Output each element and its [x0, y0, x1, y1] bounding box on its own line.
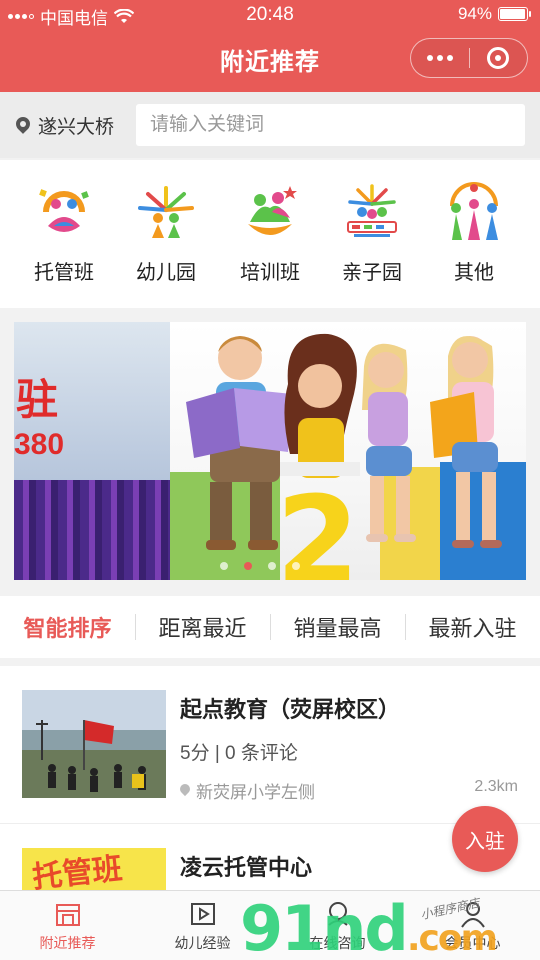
miniprogram-capsule [410, 38, 528, 78]
location-pin-icon [180, 784, 190, 797]
banner-slide-current: 2 [170, 322, 526, 580]
location-selector[interactable]: 遂兴大桥 [16, 112, 114, 139]
location-label: 遂兴大桥 [38, 117, 115, 138]
nav-bar: 附近推荐 [0, 30, 540, 92]
close-miniprogram-button[interactable] [470, 39, 528, 77]
tab-label: 附近推荐 [39, 934, 96, 951]
category-label: 托管班 [34, 262, 94, 284]
category-other[interactable]: 其他 [424, 182, 524, 285]
sort-tab-smart[interactable]: 智能排序 [0, 596, 135, 658]
other-icon [442, 182, 506, 244]
status-bar: 中国电信 20:48 94% [0, 0, 540, 30]
banner-crowd-image [14, 480, 170, 580]
tab-label: 幼儿经验 [174, 934, 231, 951]
parent-child-icon [340, 182, 404, 244]
banner-carousel[interactable]: 驻 380 2 [14, 322, 526, 580]
category-kindergarten[interactable]: 幼儿园 [116, 182, 216, 285]
banner-slide-text: 驻 [16, 376, 59, 423]
kindergarten-icon [134, 182, 198, 244]
banner-children-reading-image [186, 333, 502, 550]
carousel-indicator [220, 562, 300, 570]
search-input[interactable] [136, 104, 525, 146]
tab-nearby[interactable]: 附近推荐 [0, 891, 135, 960]
more-dots-icon [426, 55, 453, 61]
listing-list: 起点教育（荧屏校区） 5分 | 0 条评论 新荧屏小学左侧 2.3km 托管班 … [0, 666, 540, 956]
listing-thumbnail [22, 690, 166, 798]
listing-address: 新荧屏小学左侧 [180, 778, 315, 803]
listing-item[interactable]: 起点教育（荧屏校区） 5分 | 0 条评论 新荧屏小学左侧 2.3km [0, 666, 540, 824]
watermark-main: 91nd [240, 892, 409, 960]
carousel-dot[interactable] [292, 562, 300, 570]
status-right: 94% [457, 4, 531, 24]
listing-title: 凌云托管中心 [180, 855, 313, 880]
category-label: 培训班 [240, 262, 300, 284]
childcare-icon [32, 182, 96, 244]
sort-tab-distance[interactable]: 距离最近 [135, 596, 270, 658]
category-parent-child[interactable]: 亲子园 [322, 182, 422, 285]
battery-icon [498, 7, 531, 21]
location-pin-icon [16, 117, 30, 135]
join-button[interactable]: 入驻 [452, 806, 518, 872]
listing-title: 起点教育（荧屏校区） [180, 697, 401, 722]
listing-address-text: 新荧屏小学左侧 [196, 783, 315, 802]
listing-distance: 2.3km [474, 778, 518, 795]
sort-tab-sales[interactable]: 销量最高 [270, 596, 405, 658]
training-icon [238, 182, 302, 244]
search-row: 遂兴大桥 [0, 92, 540, 158]
category-childcare[interactable]: 托管班 [14, 182, 114, 285]
more-button[interactable] [411, 39, 469, 77]
category-training[interactable]: 培训班 [220, 182, 320, 285]
sort-tabs: 智能排序 距离最近 销量最高 最新入驻 [0, 596, 540, 658]
battery-percent: 94% [457, 4, 492, 23]
category-grid: 托管班 幼儿园 培训班 亲子园 其他 [0, 160, 540, 308]
listing-rating: 5分 | 0 条评论 [180, 743, 298, 764]
carousel-dot[interactable] [220, 562, 228, 570]
watermark-suffix: .com [406, 918, 498, 959]
carousel-dot-active[interactable] [244, 562, 252, 570]
banner-slide-prev: 驻 380 [14, 322, 170, 580]
category-label: 亲子园 [342, 262, 402, 284]
store-icon [55, 903, 80, 926]
category-label: 幼儿园 [136, 262, 196, 284]
banner-slide-number: 380 [14, 428, 65, 461]
sort-tab-newest[interactable]: 最新入驻 [405, 596, 540, 658]
target-icon [487, 47, 510, 69]
category-label: 其他 [454, 262, 494, 284]
carousel-dot[interactable] [268, 562, 276, 570]
video-icon [190, 902, 215, 925]
